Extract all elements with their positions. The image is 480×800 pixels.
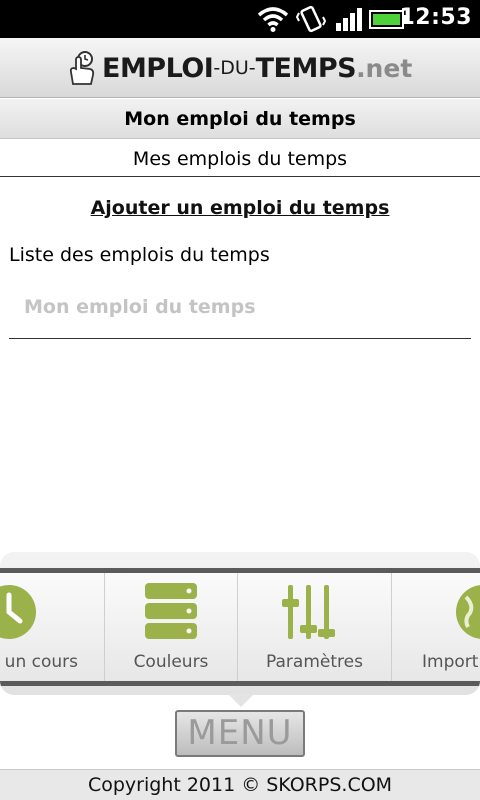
globe-icon: [456, 585, 480, 639]
menu-pointer-arrow: [228, 694, 254, 707]
timetable-list-label: Liste des emplois du temps: [9, 244, 270, 266]
page-subtitle: Mes emplois du temps: [0, 140, 480, 177]
menu-item-colors-label: Couleurs: [133, 652, 209, 672]
app-logo: EMPLOI -DU- TEMPS .net: [68, 50, 412, 86]
sliders-icon: [282, 585, 335, 639]
add-timetable-link[interactable]: Ajouter un emploi du temps: [0, 197, 480, 219]
menu-item-add-course-label: un cours: [4, 652, 78, 672]
menu-item-settings[interactable]: Paramètres: [238, 573, 392, 681]
signal-icon: [336, 8, 362, 31]
menu-key-button[interactable]: MENU: [175, 710, 305, 757]
menu-item-import[interactable]: Import: [392, 573, 480, 681]
color-stack-icon: [145, 583, 197, 639]
menu-item-settings-label: Paramètres: [266, 652, 363, 672]
logo-text-emploi: EMPLOI: [102, 52, 214, 84]
pointing-hand-clock-icon: [69, 51, 95, 85]
options-menu-strip: un cours Couleurs Paramètres Import: [0, 568, 480, 686]
page-title: Mon emploi du temps: [0, 99, 480, 139]
logo-text-temps: TEMPS: [255, 52, 357, 84]
menu-item-add-course[interactable]: un cours: [0, 573, 105, 681]
timetable-list-item[interactable]: Mon emploi du temps: [9, 286, 471, 339]
options-menu: un cours Couleurs Paramètres Import: [0, 552, 480, 695]
copyright-footer: Copyright 2011 © SKORPS.COM: [0, 769, 480, 800]
vibrate-icon: [296, 5, 326, 33]
clock-icon: [0, 585, 36, 639]
timetable-list-item-label: Mon emploi du temps: [24, 296, 256, 318]
app-header: EMPLOI -DU- TEMPS .net: [0, 38, 480, 98]
menu-item-colors[interactable]: Couleurs: [105, 573, 238, 681]
status-bar: 12:53: [0, 0, 480, 38]
menu-item-import-label: Import: [422, 652, 479, 672]
wifi-icon: [257, 7, 289, 32]
logo-text-du: -DU-: [213, 57, 256, 79]
logo-text-net: .net: [356, 53, 413, 83]
clock-time: 12:53: [399, 5, 472, 30]
